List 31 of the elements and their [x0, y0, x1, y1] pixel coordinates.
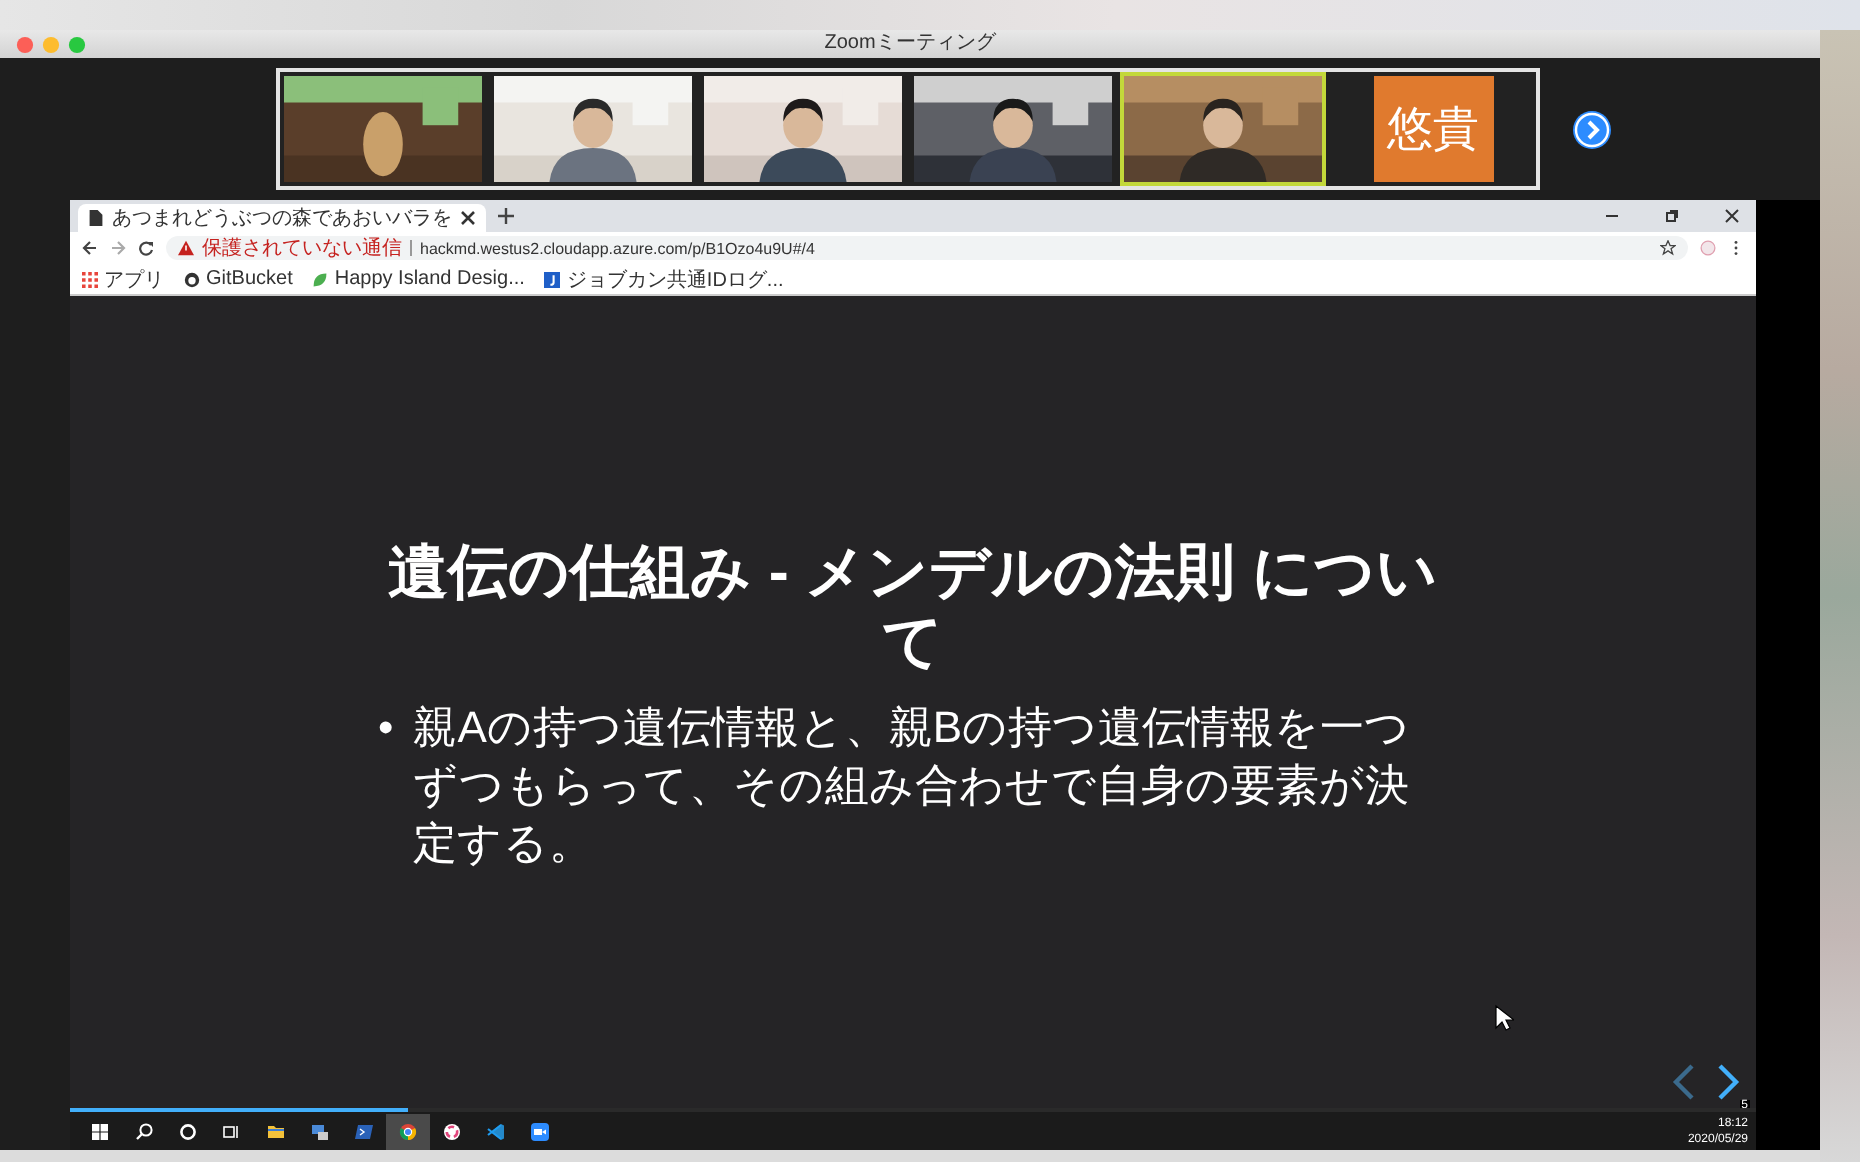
previous-slide-icon[interactable] — [1672, 1064, 1696, 1100]
bookmark[interactable]: GitBucket — [184, 268, 293, 290]
url-text: hackmd.westus2.cloudapp.azure.com/p/B1Ozo4u9U#/4 — [420, 239, 815, 257]
slide-title: 遺伝の仕組み - メンデルの法則 について — [386, 537, 1440, 677]
warning-icon — [178, 240, 194, 256]
apps-grid-icon — [82, 271, 98, 287]
address-bar[interactable]: 保護されていない通信 hackmd.westus2.cloudapp.azure.com/p/B1Ozo4u9U#/4 — [166, 236, 1688, 260]
leaf-icon — [312, 271, 329, 287]
next-page-icon[interactable] — [1572, 109, 1612, 149]
bookmark[interactable]: ジョブカン共通IDログ... — [544, 265, 784, 293]
bookmark[interactable]: Happy Island Desig... — [312, 268, 525, 290]
new-tab-icon[interactable] — [498, 208, 514, 224]
close-icon[interactable] — [460, 210, 476, 226]
back-icon[interactable] — [82, 240, 98, 256]
participant-name: 悠貴 — [1373, 76, 1493, 182]
security-warning: 保護されていない通信 — [202, 235, 402, 262]
cursor-icon — [1494, 1004, 1514, 1032]
browser-tab[interactable]: あつまれどうぶつの森であおいバラを — [78, 204, 486, 232]
bullet-point: 親Aの持つ遺伝情報と、親Bの持つ遺伝情報を一つずつもらって、その組み合わせで自身の要素が決定する。 — [413, 699, 1413, 871]
bookmark[interactable]: アプリ — [82, 265, 164, 293]
document-icon — [88, 210, 104, 226]
restore-icon[interactable] — [1664, 208, 1680, 224]
tab-title: あつまれどうぶつの森であおいバラを — [112, 205, 452, 232]
window-title: Zoomミーティング — [824, 30, 996, 58]
next-slide-icon[interactable] — [1716, 1064, 1740, 1100]
reload-icon[interactable] — [138, 240, 154, 256]
star-icon[interactable] — [1660, 240, 1676, 256]
bullet-marker: • — [378, 699, 394, 755]
bookmark-logo-icon — [544, 271, 561, 287]
close-icon[interactable] — [1724, 208, 1740, 224]
chrome-icon[interactable] — [386, 1113, 430, 1149]
